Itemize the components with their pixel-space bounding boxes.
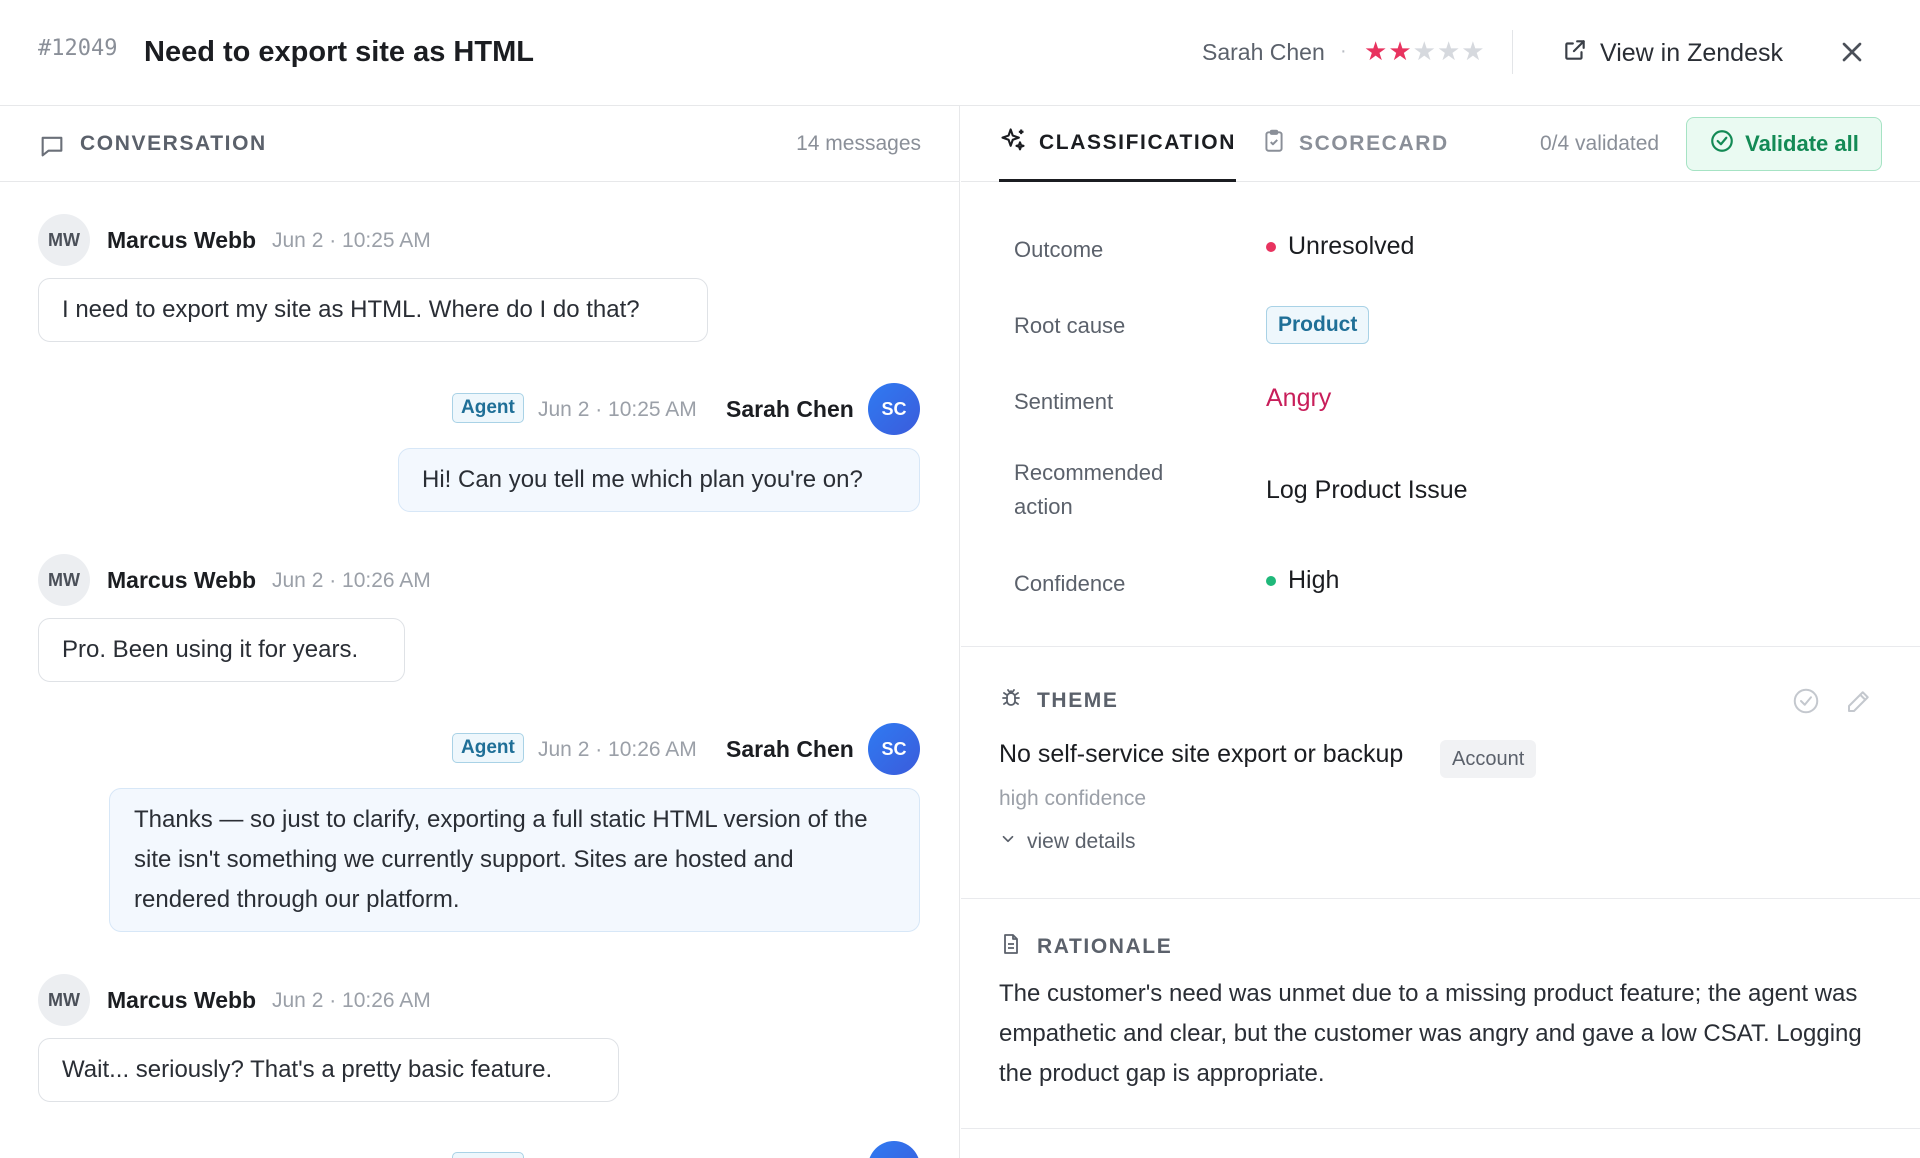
avatar: MW: [38, 974, 90, 1026]
star-empty-icon: ★: [1436, 36, 1462, 66]
rationale-label: RATIONALE: [1037, 934, 1173, 958]
message-time: Jun 2 · 10:25 AM: [538, 398, 697, 421]
avatar: MW: [38, 554, 90, 606]
star-empty-icon: ★: [1412, 36, 1437, 66]
message-count: 14 messages: [796, 132, 921, 155]
message-time: Jun 2 · 10:26 AM: [272, 569, 431, 592]
section-divider: [961, 646, 1920, 647]
ticket-title: Need to export site as HTML: [144, 36, 534, 68]
recommended-action-row: Recommended action Log Product Issue: [1014, 456, 1894, 532]
message-bubble: I need to export my site as HTML. Where …: [38, 278, 708, 342]
classification-header: CLASSIFICATION SCORECARD 0/4 validated V…: [961, 106, 1920, 182]
bug-icon: [999, 686, 1023, 715]
root-cause-label: Root cause: [1014, 313, 1126, 338]
confidence-value[interactable]: High: [1266, 566, 1339, 595]
edit-icon[interactable]: [1844, 686, 1876, 718]
sparkle-icon: [999, 126, 1027, 160]
star-empty-icon: ★: [1461, 36, 1486, 66]
ticket-header: #12049 Need to export site as HTML Sarah…: [0, 0, 1920, 106]
tab-classification[interactable]: CLASSIFICATION: [999, 106, 1237, 182]
message-bubble: Hi! Can you tell me which plan you're on…: [398, 448, 920, 512]
tab-classification-label: CLASSIFICATION: [1039, 130, 1237, 154]
conversation-panel: CONVERSATION 14 messages MW Marcus Webb …: [0, 106, 960, 1158]
agent-badge: [452, 1152, 524, 1158]
rationale-section-title: RATIONALE: [999, 932, 1172, 961]
view-details-toggle[interactable]: view details: [999, 830, 1136, 854]
message-bubble: Thanks — so just to clarify, exporting a…: [109, 788, 920, 932]
close-icon[interactable]: [1836, 36, 1868, 68]
recommended-action-label: Recommended action: [1014, 456, 1163, 524]
external-link-icon: [1562, 37, 1588, 70]
message-time: Jun 2 · 10:26 AM: [538, 738, 697, 761]
avatar: SC: [868, 383, 920, 435]
avatar: MW: [38, 214, 90, 266]
status-dot: [1266, 241, 1276, 252]
clipboard-icon: [1261, 128, 1287, 160]
agent-badge: Agent: [452, 733, 524, 763]
message-author: Marcus Webb: [107, 567, 257, 593]
rationale-text: The customer's need was unmet due to a m…: [999, 980, 1862, 1087]
star-filled-icon: ★: [1364, 36, 1389, 66]
agent-badge: Agent: [452, 393, 524, 423]
status-dot: [1266, 575, 1276, 586]
outcome-text: Unresolved: [1288, 232, 1415, 260]
message-author: Sarah Chen: [726, 736, 854, 762]
validate-all-button[interactable]: Validate all: [1686, 117, 1882, 171]
outcome-label: Outcome: [1014, 237, 1104, 262]
section-divider: [961, 1128, 1920, 1129]
theme-section-title: THEME: [999, 686, 1119, 715]
recommended-action-value[interactable]: Log Product Issue: [1266, 476, 1468, 505]
message-time: Jun 2 · 10:26 AM: [272, 989, 431, 1012]
chat-icon: [38, 132, 66, 165]
csat-rating: ★★★★★: [1364, 36, 1486, 67]
confidence-label: Confidence: [1014, 571, 1126, 596]
section-divider: [961, 898, 1920, 899]
sentiment-value[interactable]: Angry: [1266, 384, 1331, 413]
chevron-down-icon: [999, 830, 1017, 854]
view-in-zendesk-button[interactable]: View in Zendesk: [1562, 36, 1783, 70]
conversation-label: CONVERSATION: [80, 132, 267, 155]
sentiment-label: Sentiment: [1014, 389, 1114, 414]
avatar: [868, 1141, 920, 1158]
check-circle-icon: [1709, 128, 1735, 160]
validate-all-label: Validate all: [1745, 131, 1859, 156]
outcome-row: Outcome Unresolved: [1014, 230, 1894, 270]
star-filled-icon: ★: [1388, 36, 1413, 66]
header-divider: [1512, 30, 1513, 74]
separator-dot: ·: [1340, 40, 1347, 62]
outcome-value[interactable]: Unresolved: [1266, 232, 1414, 261]
avatar: SC: [868, 723, 920, 775]
message-author: Sarah Chen: [726, 396, 854, 422]
tab-scorecard[interactable]: SCORECARD: [1261, 106, 1449, 182]
message-time: Jun 2 · 10:25 AM: [272, 229, 431, 252]
requester-name: Sarah Chen: [1202, 39, 1325, 65]
theme-text: No self-service site export or backup: [999, 740, 1404, 768]
conversation-header: CONVERSATION 14 messages: [0, 106, 959, 182]
root-cause-row: Root cause Product: [1014, 306, 1894, 346]
classification-panel: CLASSIFICATION SCORECARD 0/4 validated V…: [961, 106, 1920, 1158]
confidence-text: High: [1288, 566, 1340, 594]
view-in-zendesk-label: View in Zendesk: [1600, 38, 1783, 67]
root-cause-value[interactable]: Product: [1266, 306, 1370, 344]
check-circle-icon[interactable]: [1791, 686, 1823, 718]
theme-label: THEME: [1037, 688, 1119, 712]
sentiment-row: Sentiment Angry: [1014, 382, 1894, 422]
theme-confidence: high confidence: [999, 787, 1147, 810]
document-icon: [999, 932, 1023, 961]
tab-scorecard-label: SCORECARD: [1299, 132, 1449, 155]
message-bubble: Pro. Been using it for years.: [38, 618, 405, 682]
recommended-action-label-line2: action: [1014, 494, 1073, 519]
message-author: Marcus Webb: [107, 987, 257, 1013]
view-details-label: view details: [1027, 830, 1136, 853]
recommended-action-label-line1: Recommended: [1014, 460, 1164, 485]
ticket-id: #12049: [38, 36, 118, 61]
message-author: Marcus Webb: [107, 227, 257, 253]
theme-category-chip: Account: [1440, 740, 1537, 778]
confidence-row: Confidence High: [1014, 564, 1894, 604]
root-cause-chip: Product: [1266, 306, 1370, 344]
message-bubble: Wait... seriously? That's a pretty basic…: [38, 1038, 619, 1102]
validated-count: 0/4 validated: [1540, 132, 1660, 155]
